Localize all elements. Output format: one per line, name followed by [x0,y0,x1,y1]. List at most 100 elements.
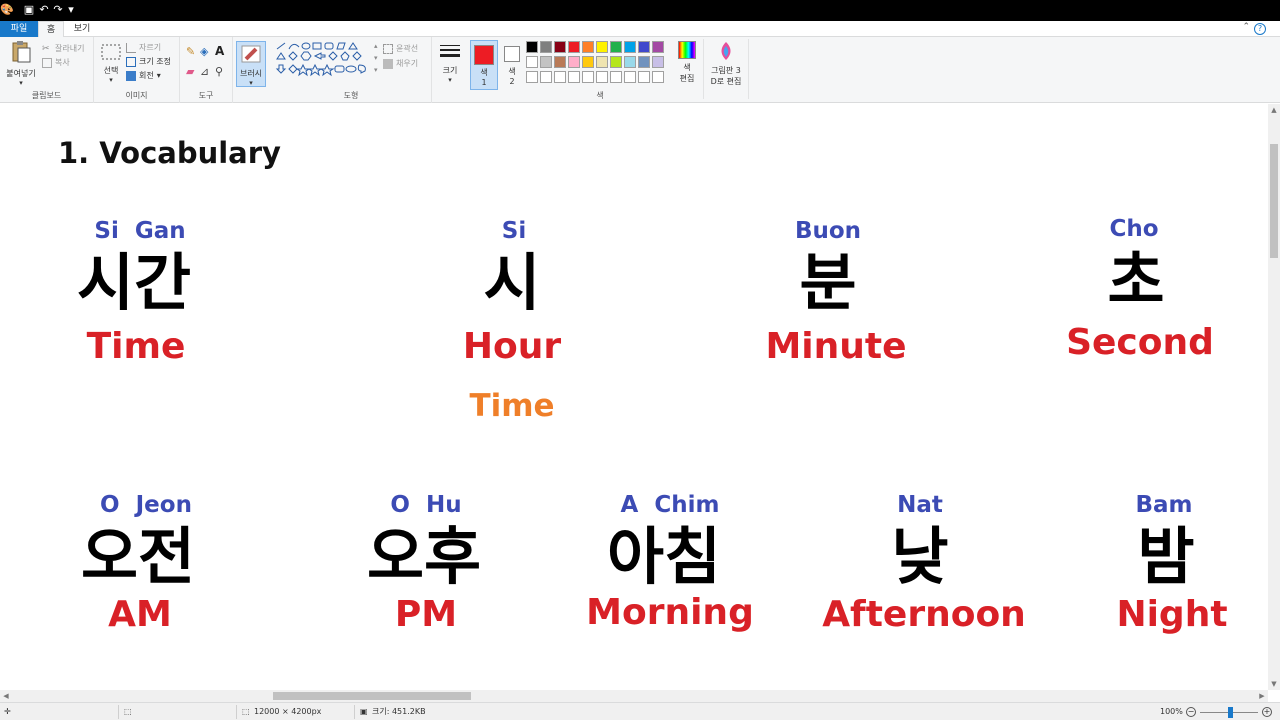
cut-label: 잘라내기 [55,44,85,53]
cursor-position-icon: ✛ [4,707,11,716]
outline-button[interactable]: 윤곽선 [383,43,418,54]
paste-button[interactable]: 붙여넣기 ▾ [4,40,38,87]
zoom-level: 100% [1160,707,1183,716]
rotate-button[interactable]: 회전 ▾ [126,70,161,81]
select-dropdown-icon[interactable]: ▾ [98,76,124,84]
canvas-dimensions: 12000 × 4200px [254,707,322,716]
crop-button[interactable]: 자르기 [126,42,161,53]
edit-colors-button[interactable]: 색 편집 [676,41,698,84]
color2-label-line2: 2 [509,77,515,86]
scroll-up-icon[interactable]: ▲ [1268,104,1280,116]
drawing-canvas[interactable]: 1. Vocabulary Si Gan 시간 Time Si 시 Hour T… [0,104,1268,690]
file-size: 크기: 451.2KB [372,707,426,716]
size-label: 크기 [442,66,458,75]
size-dropdown-icon[interactable]: ▾ [436,76,464,84]
tools-group-label: 도구 [198,91,214,100]
ribbon: 붙여넣기 ▾ ✂ 잘라내기 복사 클립보드 선택 ▾ 자르기 크기 조정 회전 … [0,37,1280,103]
clipboard-group-label: 클립보드 [31,91,62,100]
scroll-right-icon[interactable]: ▶ [1256,690,1268,702]
resize-button[interactable]: 크기 조정 [126,56,171,67]
fill-bucket-icon[interactable]: ◈ [200,45,208,58]
redo-icon[interactable]: ↷ [51,3,65,17]
tab-file[interactable]: 파일 [0,21,38,37]
paint-app-icon[interactable]: 🎨 [0,3,14,17]
pencil-icon[interactable]: ✎ [186,45,195,58]
select-button[interactable]: 선택 ▾ [98,43,124,84]
shapes-scroll-up-icon[interactable]: ▴ [374,42,378,50]
status-divider [236,705,237,719]
korean-word: 초 [1107,244,1165,317]
english-meaning: Second [1066,322,1214,363]
romanization-text: Si [501,218,527,244]
rotate-dropdown-icon[interactable]: ▾ [157,71,161,80]
alternate-meaning: Time [469,388,555,424]
romanization-text: O Hu [390,492,462,518]
collapse-ribbon-icon[interactable]: ⌃ [1242,22,1250,32]
selection-size-icon: ⬚ [124,707,132,716]
eraser-icon[interactable]: ▰ [186,65,194,78]
file-size-icon: ▣ [360,707,368,716]
customize-toolbar-icon[interactable]: ▾ [64,3,78,17]
status-bar: ✛ ⬚ ⬚ 12000 × 4200px ▣ 크기: 451.2KB 100% … [0,702,1280,720]
text-tool-icon[interactable]: A [215,44,224,58]
edit-colors-line2: 편집 [679,74,695,83]
copy-button[interactable]: 복사 [42,57,70,68]
korean-word: 오후 [366,520,482,593]
outline-icon [383,43,393,54]
status-divider [118,705,119,719]
zoom-in-icon[interactable]: + [1262,707,1272,717]
tab-home[interactable]: 홈 [38,21,64,37]
size-group: 크기 ▾ [432,37,468,103]
brush-dropdown-icon[interactable]: ▾ [237,79,265,87]
horizontal-scroll-thumb[interactable] [273,692,471,700]
romanization-text: Si Gan [94,218,186,244]
shapes-expand-icon[interactable]: ▾ [374,66,378,74]
scroll-down-icon[interactable]: ▼ [1268,678,1280,690]
fill-icon [383,58,393,69]
romanization-text: O Jeon [100,492,192,518]
help-icon[interactable]: ? [1254,23,1266,35]
korean-word: 밤 [1137,520,1195,593]
color1-label-line1: 색 [480,68,488,77]
zoom-slider-thumb[interactable] [1228,707,1233,718]
vertical-scroll-thumb[interactable] [1270,144,1278,258]
edit-with-paint3d-button[interactable]: 그림판 3 D로 편집 [706,41,746,87]
scroll-left-icon[interactable]: ◀ [0,690,12,702]
paste-dropdown-icon[interactable]: ▾ [4,79,38,87]
shapes-group-label: 도형 [343,91,359,100]
undo-icon[interactable]: ↶ [37,3,51,17]
colors-group: 색 [526,37,674,103]
select-label: 선택 [103,66,119,75]
shapes-scroll-down-icon[interactable]: ▾ [374,54,378,62]
korean-word: 오전 [80,520,196,593]
magnifier-icon[interactable]: ⚲ [215,65,223,78]
color2-button[interactable]: 색 2 [501,40,523,90]
canvas-heading: 1. Vocabulary [58,136,281,170]
canvas-size-icon: ⬚ [242,707,250,716]
english-meaning: PM [394,594,458,635]
romanization-text: Cho [1109,216,1159,242]
save-icon[interactable]: ▣ [22,3,36,17]
scissors-icon: ✂ [42,43,50,54]
fill-button[interactable]: 채우기 [383,58,418,69]
korean-word: 시 [483,246,541,319]
ribbon-divider [703,39,704,99]
horizontal-scrollbar[interactable]: ◀ ▶ [0,690,1268,702]
brush-label: 브러시 [239,69,263,78]
shapes-gallery[interactable] [275,41,373,83]
cut-button[interactable]: ✂ 잘라내기 [42,43,84,54]
color1-label-line2: 1 [481,78,487,87]
vertical-scrollbar[interactable]: ▲ ▼ [1268,104,1280,690]
ribbon-tab-row: 파일 홈 보기 ⌃ ? [0,21,1280,37]
color1-button[interactable]: 색 1 [470,40,498,90]
color-picker-icon[interactable]: ⊿ [200,65,209,78]
paint3d-icon [721,42,731,60]
brush-group: 브러시 ▾ [233,37,269,103]
size-button[interactable]: 크기 ▾ [436,43,464,84]
color2-label-line1: 색 [508,67,516,76]
tab-view[interactable]: 보기 [64,21,100,37]
english-meaning: Minute [765,326,907,367]
zoom-out-icon[interactable]: − [1186,707,1196,717]
fill-label: 채우기 [396,59,419,68]
brush-button[interactable]: 브러시 ▾ [236,41,266,87]
